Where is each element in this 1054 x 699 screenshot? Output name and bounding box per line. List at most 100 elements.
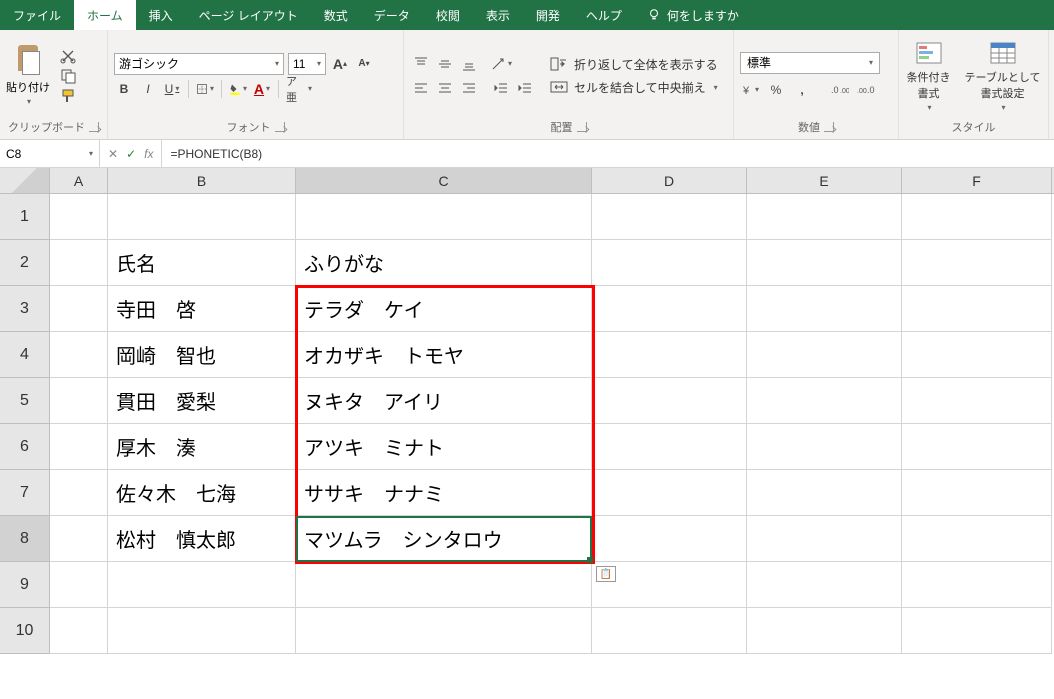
cell-B1[interactable] bbox=[108, 194, 296, 240]
cell-F1[interactable] bbox=[902, 194, 1052, 240]
tab-help[interactable]: ヘルプ bbox=[573, 0, 635, 30]
number-dialog-launcher[interactable] bbox=[824, 122, 834, 132]
tab-review[interactable]: 校閲 bbox=[423, 0, 473, 30]
cell-A10[interactable] bbox=[50, 608, 108, 654]
cell-A6[interactable] bbox=[50, 424, 108, 470]
clipboard-dialog-launcher[interactable] bbox=[89, 122, 99, 132]
copy-icon[interactable] bbox=[60, 68, 78, 84]
cell-C6[interactable]: アツキ ミナト bbox=[296, 424, 592, 470]
row-header-1[interactable]: 1 bbox=[0, 194, 50, 240]
cell-E5[interactable] bbox=[747, 378, 902, 424]
row-header-7[interactable]: 7 bbox=[0, 470, 50, 516]
cell-A2[interactable] bbox=[50, 240, 108, 286]
cell-B9[interactable] bbox=[108, 562, 296, 608]
cell-D10[interactable] bbox=[592, 608, 747, 654]
select-all-corner[interactable] bbox=[0, 168, 50, 193]
tab-developer[interactable]: 開発 bbox=[523, 0, 573, 30]
cell-B6[interactable]: 厚木 湊 bbox=[108, 424, 296, 470]
tab-page-layout[interactable]: ページ レイアウト bbox=[186, 0, 311, 30]
cut-icon[interactable] bbox=[60, 48, 78, 64]
cell-E6[interactable] bbox=[747, 424, 902, 470]
align-bottom-icon[interactable] bbox=[458, 54, 480, 74]
merge-center-button[interactable]: セルを結合して中央揃え▾ bbox=[550, 79, 718, 96]
fill-color-button[interactable]: ▾ bbox=[228, 79, 248, 99]
font-dialog-launcher[interactable] bbox=[275, 122, 285, 132]
cell-E2[interactable] bbox=[747, 240, 902, 286]
cell-D2[interactable] bbox=[592, 240, 747, 286]
cell-A4[interactable] bbox=[50, 332, 108, 378]
name-box[interactable]: C8▾ bbox=[0, 140, 100, 167]
confirm-formula-icon[interactable]: ✓ bbox=[126, 147, 136, 161]
align-middle-icon[interactable] bbox=[434, 54, 456, 74]
cell-A9[interactable] bbox=[50, 562, 108, 608]
cell-A3[interactable] bbox=[50, 286, 108, 332]
align-top-icon[interactable] bbox=[410, 54, 432, 74]
col-header-A[interactable]: A bbox=[50, 168, 108, 193]
orientation-icon[interactable]: ▾ bbox=[490, 54, 512, 74]
insert-function-icon[interactable]: fx bbox=[144, 147, 153, 161]
cell-B5[interactable]: 貫田 愛梨 bbox=[108, 378, 296, 424]
row-header-3[interactable]: 3 bbox=[0, 286, 50, 332]
cell-D1[interactable] bbox=[592, 194, 747, 240]
cell-B4[interactable]: 岡崎 智也 bbox=[108, 332, 296, 378]
cell-A1[interactable] bbox=[50, 194, 108, 240]
cell-F5[interactable] bbox=[902, 378, 1052, 424]
row-header-6[interactable]: 6 bbox=[0, 424, 50, 470]
decrease-indent-icon[interactable] bbox=[490, 78, 512, 98]
cell-E9[interactable] bbox=[747, 562, 902, 608]
font-size-select[interactable]: 11▾ bbox=[288, 53, 326, 75]
decrease-decimal-icon[interactable]: .00.0 bbox=[856, 80, 876, 100]
borders-button[interactable]: ▾ bbox=[195, 79, 215, 99]
cell-C9[interactable] bbox=[296, 562, 592, 608]
cell-D6[interactable] bbox=[592, 424, 747, 470]
col-header-E[interactable]: E bbox=[747, 168, 902, 193]
font-name-select[interactable]: 游ゴシック▾ bbox=[114, 53, 284, 75]
paste-button[interactable]: 貼り付け ▾ bbox=[6, 45, 50, 106]
italic-button[interactable]: I bbox=[138, 79, 158, 99]
cell-D5[interactable] bbox=[592, 378, 747, 424]
col-header-D[interactable]: D bbox=[592, 168, 747, 193]
comma-format-icon[interactable]: , bbox=[792, 80, 812, 100]
cell-F7[interactable] bbox=[902, 470, 1052, 516]
cell-D7[interactable] bbox=[592, 470, 747, 516]
cell-F9[interactable] bbox=[902, 562, 1052, 608]
tab-home[interactable]: ホーム bbox=[74, 0, 136, 30]
underline-button[interactable]: U▾ bbox=[162, 79, 182, 99]
cell-E8[interactable] bbox=[747, 516, 902, 562]
row-header-9[interactable]: 9 bbox=[0, 562, 50, 608]
percent-format-icon[interactable]: % bbox=[766, 80, 786, 100]
cell-A7[interactable] bbox=[50, 470, 108, 516]
cell-E10[interactable] bbox=[747, 608, 902, 654]
row-header-5[interactable]: 5 bbox=[0, 378, 50, 424]
align-left-icon[interactable] bbox=[410, 78, 432, 98]
tab-formulas[interactable]: 数式 bbox=[311, 0, 361, 30]
cell-F2[interactable] bbox=[902, 240, 1052, 286]
alignment-dialog-launcher[interactable] bbox=[577, 122, 587, 132]
decrease-font-icon[interactable]: A▾ bbox=[354, 54, 374, 74]
cell-E1[interactable] bbox=[747, 194, 902, 240]
cell-B10[interactable] bbox=[108, 608, 296, 654]
cell-B7[interactable]: 佐々木 七海 bbox=[108, 470, 296, 516]
tab-file[interactable]: ファイル bbox=[0, 0, 74, 30]
conditional-formatting-button[interactable]: 条件付き 書式▾ bbox=[903, 39, 955, 112]
cell-C2[interactable]: ふりがな bbox=[296, 240, 592, 286]
increase-decimal-icon[interactable]: .0.00 bbox=[830, 80, 850, 100]
cell-E3[interactable] bbox=[747, 286, 902, 332]
paste-options-icon[interactable]: 📋 bbox=[596, 566, 616, 582]
cell-C3[interactable]: テラダ ケイ bbox=[296, 286, 592, 332]
cell-B3[interactable]: 寺田 啓 bbox=[108, 286, 296, 332]
bold-button[interactable]: B bbox=[114, 79, 134, 99]
format-as-table-button[interactable]: テーブルとして 書式設定▾ bbox=[961, 39, 1045, 112]
col-header-F[interactable]: F bbox=[902, 168, 1052, 193]
cell-C7[interactable]: ササキ ナナミ bbox=[296, 470, 592, 516]
row-header-8[interactable]: 8 bbox=[0, 516, 50, 562]
cell-D4[interactable] bbox=[592, 332, 747, 378]
increase-font-icon[interactable]: A▴ bbox=[330, 54, 350, 74]
tab-data[interactable]: データ bbox=[361, 0, 423, 30]
increase-indent-icon[interactable] bbox=[514, 78, 536, 98]
cell-B8[interactable]: 松村 慎太郎 bbox=[108, 516, 296, 562]
cell-E4[interactable] bbox=[747, 332, 902, 378]
phonetic-guide-button[interactable]: ア亜▾ bbox=[285, 79, 313, 99]
number-format-select[interactable]: 標準▾ bbox=[740, 52, 880, 74]
cancel-formula-icon[interactable]: ✕ bbox=[108, 147, 118, 161]
